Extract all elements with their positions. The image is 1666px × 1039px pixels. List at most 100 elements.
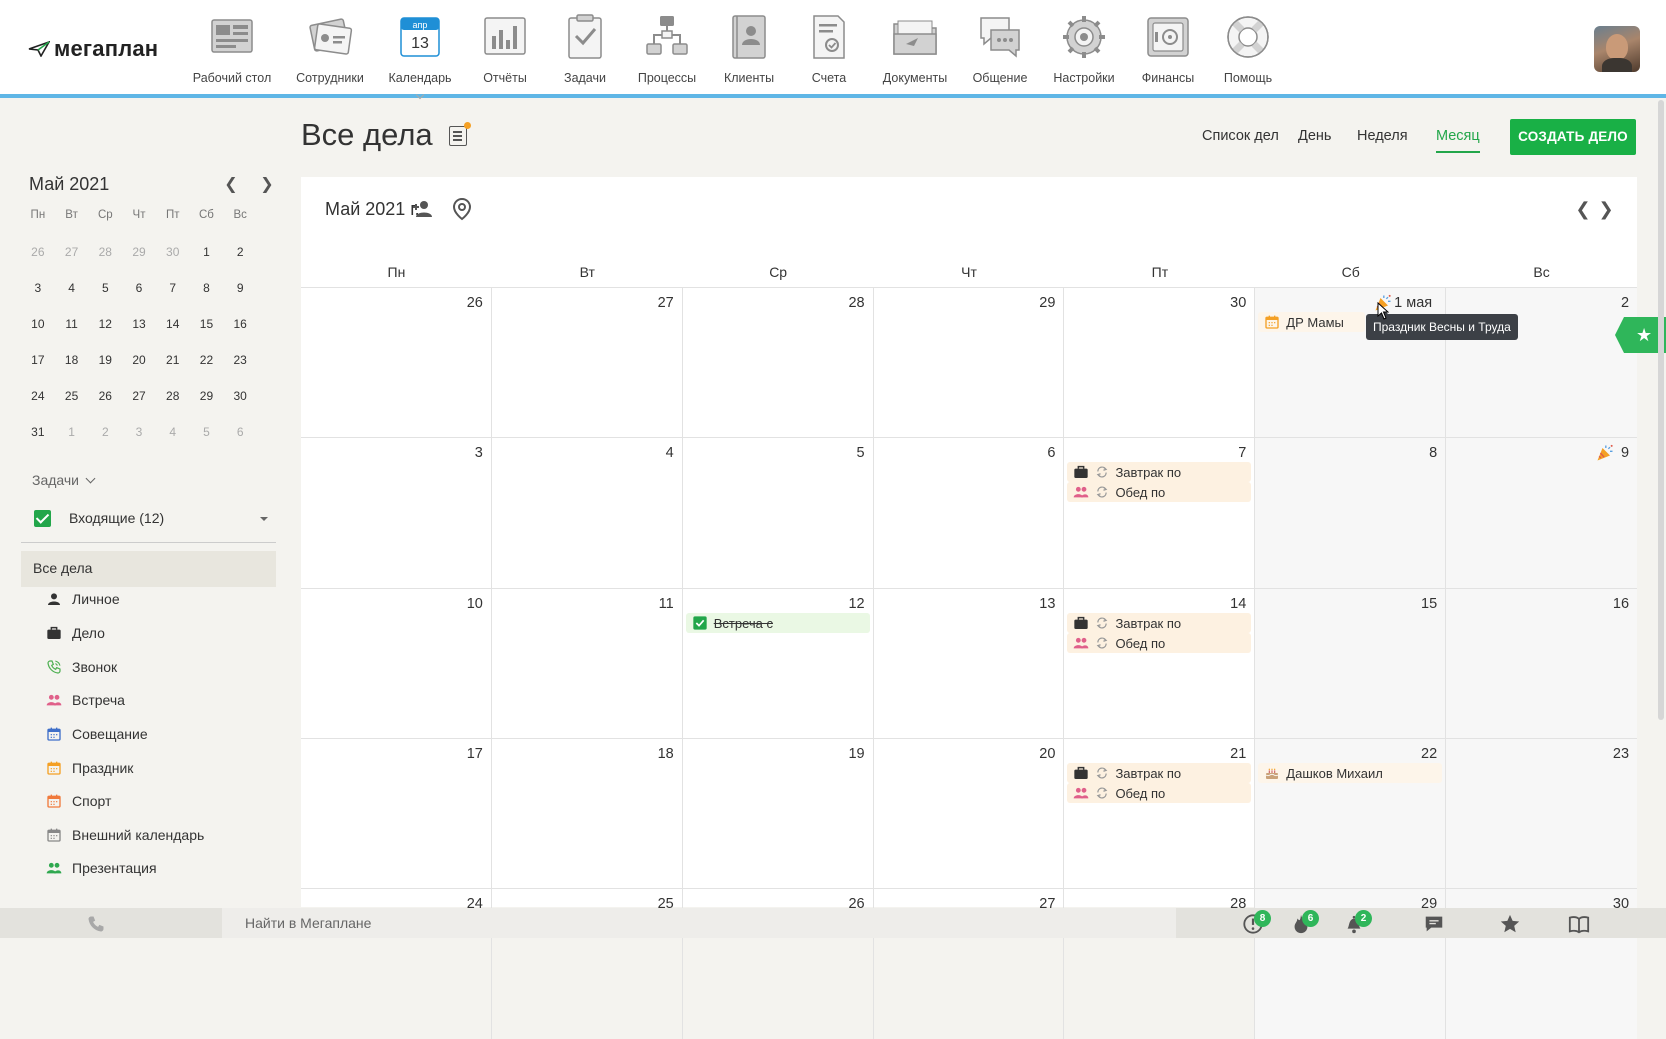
nav-item-dashboard[interactable]: Рабочий стол	[182, 12, 282, 85]
mini-calendar-day[interactable]: 5	[190, 425, 224, 439]
mini-calendar-day[interactable]: 14	[156, 317, 190, 331]
task-list-icon[interactable]	[449, 122, 471, 146]
calendar-day-cell[interactable]: 11	[492, 589, 683, 739]
mini-calendar-day[interactable]: 18	[55, 353, 89, 367]
tasks-section-toggle[interactable]: Задачи	[32, 472, 96, 488]
user-avatar[interactable]	[1594, 26, 1640, 72]
calendar-day-cell[interactable]: 4	[492, 438, 683, 588]
add-participants-icon[interactable]	[411, 197, 435, 221]
mini-calendar-day[interactable]: 28	[88, 245, 122, 259]
calendar-day-cell[interactable]: 27	[492, 288, 683, 438]
alert-button[interactable]: 8	[1242, 910, 1271, 935]
mini-calendar-day[interactable]: 24	[21, 389, 55, 403]
mini-calendar-day[interactable]: 26	[88, 389, 122, 403]
mini-calendar-day[interactable]: 31	[21, 425, 55, 439]
mini-calendar-day[interactable]: 9	[223, 281, 257, 295]
calendar-day-cell[interactable]: 21 Завтрак по Обед по	[1064, 739, 1256, 889]
mini-calendar-next-button[interactable]: ❯	[258, 176, 276, 194]
calendar-day-cell[interactable]: 3	[301, 438, 492, 588]
calendar-day-cell[interactable]: 12 Встреча с	[683, 589, 874, 739]
fire-button[interactable]: 6	[1290, 910, 1319, 935]
calendar-day-cell[interactable]: 9	[1446, 438, 1638, 588]
mini-calendar-day[interactable]: 27	[122, 389, 156, 403]
calendar-event[interactable]: Завтрак по	[1067, 763, 1252, 783]
calendar-event[interactable]: Обед по	[1067, 783, 1252, 803]
calendar-day-cell[interactable]: 7 Завтрак по Обед по	[1064, 438, 1256, 588]
bell-button[interactable]: 2	[1343, 910, 1372, 935]
calendar-next-button[interactable]: ❯	[1596, 199, 1616, 219]
calendar-event[interactable]: Обед по	[1067, 482, 1252, 502]
calendar-day-cell[interactable]: 18	[492, 739, 683, 889]
mini-calendar-day[interactable]: 17	[21, 353, 55, 367]
global-search-input[interactable]: Найти в Мегаплане	[222, 908, 1176, 938]
calendar-event[interactable]: Завтрак по	[1067, 462, 1252, 482]
sidebar-item-category[interactable]: Личное	[46, 588, 120, 610]
calendar-event[interactable]: Дашков Михаил	[1258, 763, 1443, 783]
sidebar-item-category[interactable]: Совещание	[46, 723, 148, 745]
view-tab[interactable]: День	[1298, 128, 1331, 144]
book-button[interactable]	[1568, 913, 1590, 935]
calendar-event[interactable]: Завтрак по	[1067, 613, 1252, 633]
calendar-day-cell[interactable]: 23	[1446, 739, 1638, 889]
location-pin-icon[interactable]	[450, 197, 474, 221]
mini-calendar-day[interactable]: 30	[156, 245, 190, 259]
mini-calendar-day[interactable]: 1	[55, 425, 89, 439]
mini-calendar-prev-button[interactable]: ❮	[222, 176, 240, 194]
calendar-day-cell[interactable]: 17	[301, 739, 492, 889]
mini-calendar-day[interactable]: 28	[156, 389, 190, 403]
mini-calendar-day[interactable]: 12	[88, 317, 122, 331]
calendar-day-cell[interactable]: 15	[1255, 589, 1447, 739]
sidebar-item-category[interactable]: Встреча	[46, 689, 125, 711]
calendar-prev-button[interactable]: ❮	[1573, 199, 1593, 219]
calendar-day-cell[interactable]: 6	[874, 438, 1065, 588]
caret-down-icon[interactable]	[260, 517, 268, 521]
mini-calendar-day[interactable]: 21	[156, 353, 190, 367]
calendar-day-cell[interactable]: 28	[683, 288, 874, 438]
mini-calendar-day[interactable]: 26	[21, 245, 55, 259]
mini-calendar-day[interactable]: 2	[223, 245, 257, 259]
calendar-day-cell[interactable]: 22 Дашков Михаил	[1255, 739, 1447, 889]
app-logo[interactable]: мегаплан	[28, 36, 158, 62]
phone-icon[interactable]	[86, 914, 106, 934]
mini-calendar-day[interactable]: 7	[156, 281, 190, 295]
view-tab[interactable]: Список дел	[1202, 128, 1279, 144]
inbox-filter[interactable]: Входящие (12)	[34, 506, 274, 530]
mini-calendar-day[interactable]: 29	[122, 245, 156, 259]
sidebar-item-category[interactable]: Спорт	[46, 790, 111, 812]
calendar-event[interactable]: Встреча с	[685, 613, 870, 633]
inbox-checkbox[interactable]	[34, 509, 51, 527]
calendar-day-cell[interactable]: 2	[1446, 288, 1638, 438]
mini-calendar-day[interactable]: 6	[223, 425, 257, 439]
calendar-day-cell[interactable]: 1 мая ДР Мамы	[1255, 288, 1447, 438]
calendar-day-cell[interactable]: 16	[1446, 589, 1638, 739]
mini-calendar-day[interactable]: 30	[223, 389, 257, 403]
messages-button[interactable]	[1423, 913, 1445, 935]
mini-calendar-day[interactable]: 3	[21, 281, 55, 295]
calendar-day-cell[interactable]: 13	[874, 589, 1065, 739]
mini-calendar-day[interactable]: 22	[190, 353, 224, 367]
create-deal-button[interactable]: СОЗДАТЬ ДЕЛО	[1510, 119, 1636, 155]
calendar-day-cell[interactable]: 20	[874, 739, 1065, 889]
calendar-day-cell[interactable]: 29	[874, 288, 1065, 438]
mini-calendar-day[interactable]: 23	[223, 353, 257, 367]
checkbox-icon[interactable]	[692, 615, 708, 631]
mini-calendar-day[interactable]: 29	[190, 389, 224, 403]
nav-item-employees[interactable]: Сотрудники	[280, 12, 380, 85]
sidebar-item-category[interactable]: Звонок	[46, 656, 117, 678]
view-tab[interactable]: Неделя	[1357, 128, 1408, 144]
star-button[interactable]	[1499, 913, 1521, 935]
mini-calendar-day[interactable]: 4	[156, 425, 190, 439]
mini-calendar-day[interactable]: 13	[122, 317, 156, 331]
page-scrollbar[interactable]	[1658, 100, 1664, 720]
sidebar-item-category[interactable]: Внешний календарь	[46, 824, 204, 846]
mini-calendar-day[interactable]: 10	[21, 317, 55, 331]
mini-calendar-day[interactable]: 16	[223, 317, 257, 331]
calendar-day-cell[interactable]: 8	[1255, 438, 1447, 588]
mini-calendar-day[interactable]: 20	[122, 353, 156, 367]
nav-item-help[interactable]: Помощь	[1198, 12, 1298, 85]
sidebar-item-category[interactable]: Дело	[46, 622, 105, 644]
sidebar-item-all-deals[interactable]: Все дела	[21, 551, 276, 587]
mini-calendar-day[interactable]: 5	[88, 281, 122, 295]
mini-calendar-day[interactable]: 2	[88, 425, 122, 439]
mini-calendar-day[interactable]: 15	[190, 317, 224, 331]
